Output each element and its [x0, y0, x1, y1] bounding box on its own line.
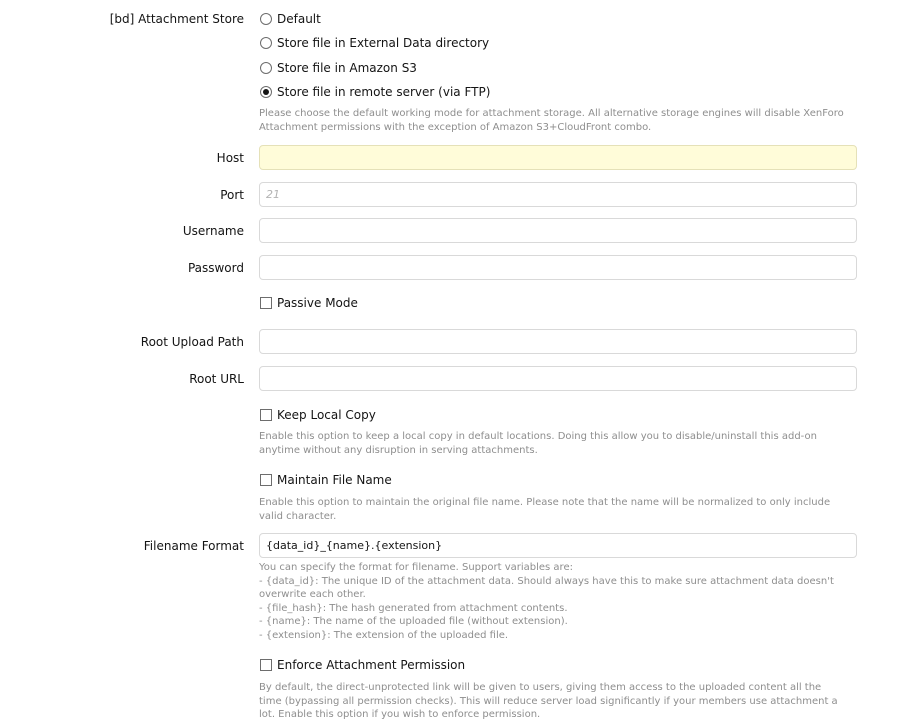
radio-label: Default	[277, 12, 321, 26]
radio-label: Store file in remote server (via FTP)	[277, 85, 491, 99]
filename-format-hint: You can specify the format for filename.…	[259, 562, 834, 641]
radio-button[interactable]	[260, 37, 272, 49]
enforce-permission-option[interactable]: Enforce Attachment Permission	[260, 657, 465, 673]
radio-label: Store file in External Data directory	[277, 36, 490, 50]
keep-local-copy-hint: Enable this option to keep a local copy …	[259, 431, 817, 456]
radio-label: Store file in Amazon S3	[277, 61, 417, 75]
root-url-input[interactable]	[259, 366, 857, 391]
attachment-store-hint: Please choose the default working mode f…	[259, 108, 844, 133]
passive-mode-checkbox[interactable]	[260, 297, 272, 309]
radio-option-external-data[interactable]: Store file in External Data directory	[260, 35, 489, 51]
checkbox-label: Maintain File Name	[277, 473, 392, 487]
filename-format-label: Filename Format	[143, 539, 244, 553]
radio-button[interactable]	[260, 62, 272, 74]
radio-button[interactable]	[260, 13, 272, 25]
host-label: Host	[216, 151, 244, 165]
port-input[interactable]	[259, 182, 857, 207]
username-label: Username	[182, 224, 244, 238]
host-input[interactable]	[259, 145, 857, 170]
keep-local-copy-checkbox[interactable]	[260, 409, 272, 421]
root-upload-path-input[interactable]	[259, 329, 857, 354]
maintain-file-name-checkbox[interactable]	[260, 474, 272, 486]
maintain-file-name-option[interactable]: Maintain File Name	[260, 472, 392, 488]
username-input[interactable]	[259, 218, 857, 243]
radio-option-amazon-s3[interactable]: Store file in Amazon S3	[260, 60, 417, 76]
enforce-permission-checkbox[interactable]	[260, 659, 272, 671]
passive-mode-option[interactable]: Passive Mode	[260, 295, 358, 311]
radio-button-selected[interactable]	[260, 86, 272, 98]
root-upload-path-label: Root Upload Path	[140, 335, 244, 349]
radio-option-default[interactable]: Default	[260, 11, 321, 27]
password-input[interactable]	[259, 255, 857, 280]
checkbox-label: Keep Local Copy	[277, 408, 376, 422]
filename-format-input[interactable]	[259, 533, 857, 558]
attachment-store-label: [bd] Attachment Store	[109, 12, 244, 26]
checkbox-label: Enforce Attachment Permission	[277, 658, 466, 672]
port-label: Port	[220, 188, 244, 202]
root-url-label: Root URL	[189, 372, 244, 386]
options-form: [bd] Attachment Store Default Store file…	[0, 0, 904, 727]
password-label: Password	[187, 261, 244, 275]
maintain-file-name-hint: Enable this option to maintain the origi…	[259, 497, 831, 522]
checkbox-label: Passive Mode	[277, 296, 358, 310]
keep-local-copy-option[interactable]: Keep Local Copy	[260, 407, 376, 423]
enforce-permission-hint: By default, the direct-unprotected link …	[259, 682, 838, 720]
radio-option-remote-ftp[interactable]: Store file in remote server (via FTP)	[260, 84, 490, 100]
